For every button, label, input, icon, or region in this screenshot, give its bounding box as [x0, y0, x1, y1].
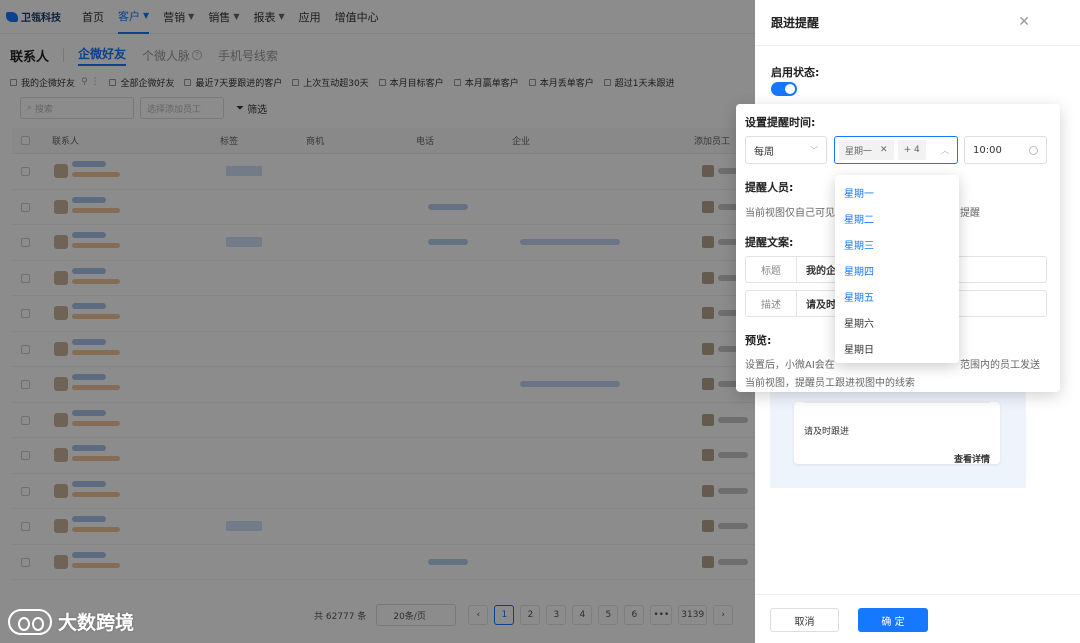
frequency-select[interactable]: 每周 ﹀ [745, 136, 827, 164]
status-toggle[interactable] [771, 82, 797, 96]
view-details-link: 查看详情 [953, 455, 990, 465]
confirm-button[interactable]: 确 定 [858, 608, 928, 632]
weekday-option[interactable]: 星期三 [835, 231, 959, 257]
preview-label: 预览: [745, 334, 772, 347]
weekday-dropdown: 星期一 星期二 星期三 星期四 星期五 星期六 星期日 [835, 175, 959, 363]
weekday-option[interactable]: 星期五 [835, 283, 959, 309]
chevron-up-icon: ︿ [941, 146, 949, 155]
preview-text: 请及时跟进 [804, 427, 850, 437]
preview-card: 请及时跟进 查看详情 [794, 402, 1000, 465]
drawer-title: 跟进提醒 [771, 16, 820, 30]
time-label: 设置提醒时间: [745, 116, 816, 129]
cancel-button[interactable]: 取消 [770, 608, 839, 632]
close-icon[interactable]: ✕ [880, 145, 888, 155]
watermark-text: 大数跨境 [58, 612, 135, 634]
weekday-option[interactable]: 星期六 [835, 309, 959, 335]
drawer-header: 跟进提醒 ✕ [755, 0, 1080, 46]
more-days-tag: + 4 [897, 140, 926, 160]
preview-desc-1-tail: 范围内的员工发送 [960, 360, 1040, 371]
weekday-option[interactable]: 星期日 [835, 335, 959, 361]
weekday-option[interactable]: 星期一 [835, 179, 959, 205]
watermark: 大数跨境 [8, 608, 134, 635]
day-tag: 星期一 ✕ [839, 140, 894, 160]
watermark-logo-icon [8, 608, 52, 635]
preview-area: 请及时跟进 查看详情 [770, 392, 1026, 488]
desc-field-value: 请及时 [806, 300, 836, 311]
copy-label: 提醒文案: [745, 236, 794, 249]
divider [804, 402, 990, 403]
close-icon[interactable]: ✕ [1018, 14, 1030, 30]
weekday-option[interactable]: 星期四 [835, 257, 959, 283]
clock-icon [1029, 146, 1038, 155]
title-field-value: 我的企 [806, 266, 836, 277]
preview-desc-1: 设置后，小微AI会在 [745, 360, 835, 371]
weekday-multi-select[interactable]: 星期一 ✕ + 4 ︿ [834, 136, 958, 164]
people-desc: 当前视图仅自己可见 [745, 208, 835, 219]
chevron-down-icon: ﹀ [810, 146, 818, 155]
people-desc-tail: 提醒 [960, 208, 980, 219]
desc-field-label: 描述 [746, 291, 797, 316]
drawer-footer: 取消 确 定 [755, 594, 1080, 643]
time-picker[interactable]: 10:00 [964, 136, 1047, 164]
status-label: 启用状态: [771, 66, 820, 79]
weekday-option[interactable]: 星期二 [835, 205, 959, 231]
preview-desc-2: 当前视图，提醒员工跟进视图中的线索 [745, 378, 915, 389]
people-label: 提醒人员: [745, 181, 794, 194]
title-field-label: 标题 [746, 257, 797, 282]
